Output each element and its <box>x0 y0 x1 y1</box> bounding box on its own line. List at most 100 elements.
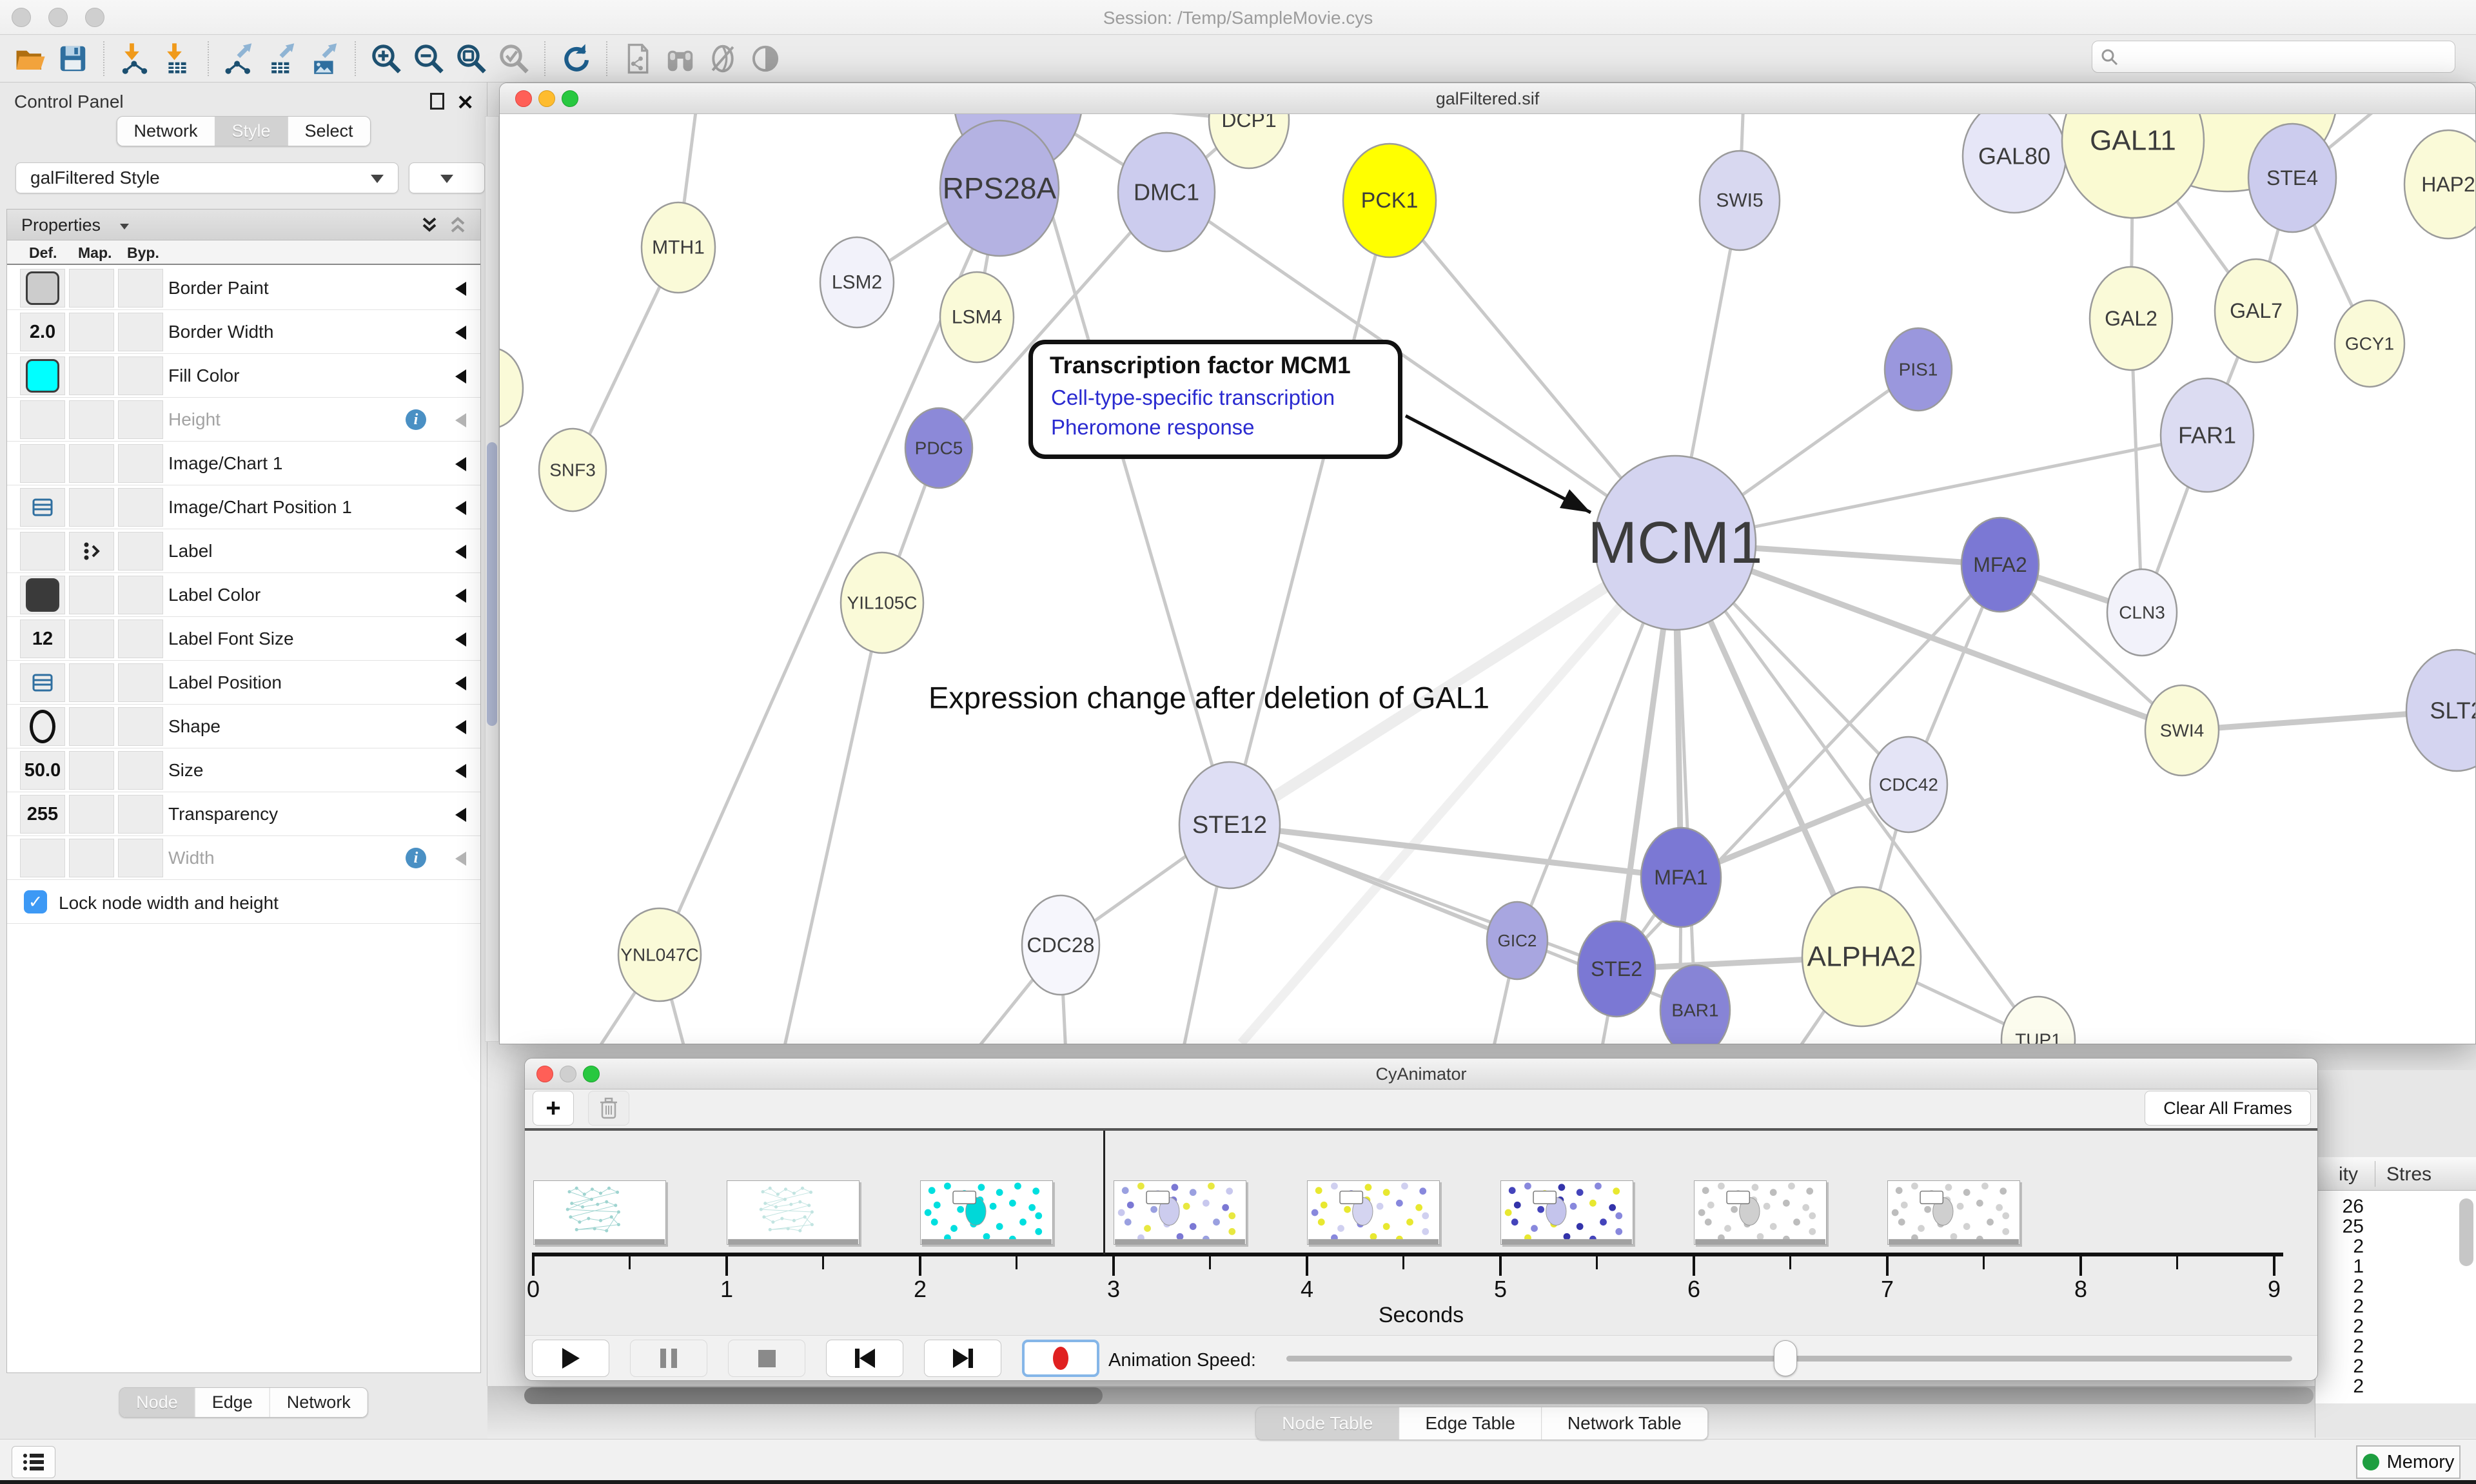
bypass-cell[interactable] <box>118 620 163 658</box>
default-cell[interactable]: 50.0 <box>20 751 65 790</box>
bypass-cell[interactable] <box>118 707 163 746</box>
default-cell[interactable] <box>20 400 65 439</box>
property-row-label-color[interactable]: Label Color <box>7 573 480 617</box>
frame-thumbnail-6[interactable] <box>1694 1180 1827 1245</box>
annotation-link-2[interactable]: Pheromone response <box>1051 415 1255 440</box>
tab-node-table[interactable]: Node Table <box>1256 1407 1399 1440</box>
mapping-cell[interactable] <box>69 356 114 395</box>
expand-arrow-icon[interactable] <box>455 632 466 647</box>
play-button[interactable] <box>532 1340 609 1377</box>
bypass-cell[interactable] <box>118 444 163 483</box>
cyanimator-titlebar[interactable]: CyAnimator <box>525 1059 2317 1089</box>
expand-arrow-icon[interactable] <box>455 720 466 734</box>
memory-button[interactable]: Memory <box>2356 1445 2461 1479</box>
add-frame-button[interactable]: + <box>533 1091 574 1126</box>
default-cell[interactable] <box>20 269 65 308</box>
mapping-cell[interactable] <box>69 313 114 351</box>
default-cell[interactable] <box>20 488 65 527</box>
network-graph[interactable]: RPS28ADCP1DMC1PCK1MTH1LSM2LSM4SWI5GAL80G… <box>500 114 2476 1044</box>
default-cell[interactable] <box>20 839 65 877</box>
scrollbar-thumb[interactable] <box>487 442 497 726</box>
stop-button[interactable] <box>728 1340 805 1377</box>
frame-thumbnail-4[interactable] <box>1307 1180 1440 1245</box>
tab-network[interactable]: Network <box>270 1388 368 1417</box>
zoom-fit-icon[interactable] <box>450 39 493 78</box>
expand-arrow-icon[interactable] <box>455 545 466 559</box>
mapping-cell[interactable] <box>69 488 114 527</box>
collapse-all-icon[interactable] <box>447 215 469 237</box>
frame-thumbnail-3[interactable] <box>1114 1180 1246 1245</box>
mapping-cell[interactable] <box>69 839 114 877</box>
property-row-transparency[interactable]: 255Transparency <box>7 792 480 836</box>
search-box[interactable] <box>2092 41 2455 73</box>
search-network-icon[interactable] <box>659 39 702 78</box>
export-network-icon[interactable] <box>218 39 260 78</box>
float-window-icon[interactable] <box>430 93 444 110</box>
mapping-cell[interactable] <box>69 444 114 483</box>
expand-arrow-icon[interactable] <box>455 676 466 690</box>
property-row-image-chart-1[interactable]: Image/Chart 1 <box>7 442 480 485</box>
mapping-cell[interactable] <box>69 620 114 658</box>
property-row-label-position[interactable]: Label Position <box>7 661 480 705</box>
network-scrollbar[interactable] <box>485 116 499 1042</box>
expand-arrow-icon[interactable] <box>455 457 466 471</box>
properties-header[interactable]: Properties <box>7 210 480 240</box>
info-icon[interactable]: i <box>406 848 426 868</box>
property-row-width[interactable]: Widthi <box>7 836 480 880</box>
horizontal-scrollbar[interactable] <box>524 1387 2314 1404</box>
scrollbar-thumb[interactable] <box>2459 1198 2473 1266</box>
export-image-icon[interactable] <box>303 39 346 78</box>
skip-start-button[interactable] <box>826 1340 903 1377</box>
record-button[interactable] <box>1022 1340 1099 1377</box>
annotation-link-1[interactable]: Cell-type-specific transcription <box>1051 386 1335 410</box>
default-cell[interactable] <box>20 532 65 571</box>
tab-node[interactable]: Node <box>119 1388 195 1417</box>
refresh-layout-icon[interactable] <box>555 39 597 78</box>
tab-select[interactable]: Select <box>288 117 370 146</box>
property-row-border-paint[interactable]: Border Paint <box>7 266 480 310</box>
default-cell[interactable]: 2.0 <box>20 313 65 351</box>
mapping-cell[interactable] <box>69 400 114 439</box>
expand-arrow-icon[interactable] <box>455 282 466 296</box>
default-cell[interactable]: 255 <box>20 795 65 834</box>
network-canvas[interactable]: RPS28ADCP1DMC1PCK1MTH1LSM2LSM4SWI5GAL80G… <box>500 114 2476 1044</box>
frame-thumbnail-5[interactable] <box>1500 1180 1633 1245</box>
property-row-size[interactable]: 50.0Size <box>7 748 480 792</box>
frames-timeline[interactable]: 0123456789 Seconds <box>525 1131 2317 1335</box>
bypass-cell[interactable] <box>118 532 163 571</box>
property-row-height[interactable]: Heighti <box>7 398 480 442</box>
property-row-border-width[interactable]: 2.0Border Width <box>7 310 480 354</box>
lock-size-checkbox[interactable]: ✓ <box>24 890 47 913</box>
playhead[interactable] <box>1103 1131 1105 1255</box>
import-table-icon[interactable] <box>156 39 199 78</box>
property-row-shape[interactable]: Shape <box>7 705 480 748</box>
save-session-icon[interactable] <box>52 39 94 78</box>
default-cell[interactable] <box>20 444 65 483</box>
default-cell[interactable]: 12 <box>20 620 65 658</box>
bypass-cell[interactable] <box>118 313 163 351</box>
frame-thumbnail-7[interactable] <box>1887 1180 2020 1245</box>
style-selector[interactable]: galFiltered Style <box>15 162 398 193</box>
bypass-cell[interactable] <box>118 356 163 395</box>
mapping-cell[interactable] <box>69 707 114 746</box>
pause-button[interactable] <box>630 1340 707 1377</box>
expand-arrow-icon[interactable] <box>455 326 466 340</box>
node-lsliver[interactable] <box>500 348 523 428</box>
expand-arrow-icon[interactable] <box>455 808 466 822</box>
expand-arrow-icon[interactable] <box>455 369 466 384</box>
bypass-cell[interactable] <box>118 400 163 439</box>
bypass-cell[interactable] <box>118 839 163 877</box>
bypass-cell[interactable] <box>118 269 163 308</box>
tab-network-table[interactable]: Network Table <box>1541 1407 1707 1440</box>
search-input[interactable] <box>2125 44 2447 70</box>
expand-arrow-icon[interactable] <box>455 852 466 866</box>
network-window-titlebar[interactable]: galFiltered.sif <box>500 83 2475 114</box>
zoom-out-icon[interactable] <box>408 39 450 78</box>
clear-all-frames-button[interactable]: Clear All Frames <box>2145 1091 2311 1126</box>
tab-edge-table[interactable]: Edge Table <box>1399 1407 1541 1440</box>
bypass-cell[interactable] <box>118 751 163 790</box>
bypass-cell[interactable] <box>118 576 163 614</box>
expand-arrow-icon[interactable] <box>455 501 466 515</box>
annotation-box[interactable]: Transcription factor MCM1 Cell-type-spec… <box>1028 340 1402 459</box>
delete-frame-button[interactable] <box>588 1091 629 1126</box>
